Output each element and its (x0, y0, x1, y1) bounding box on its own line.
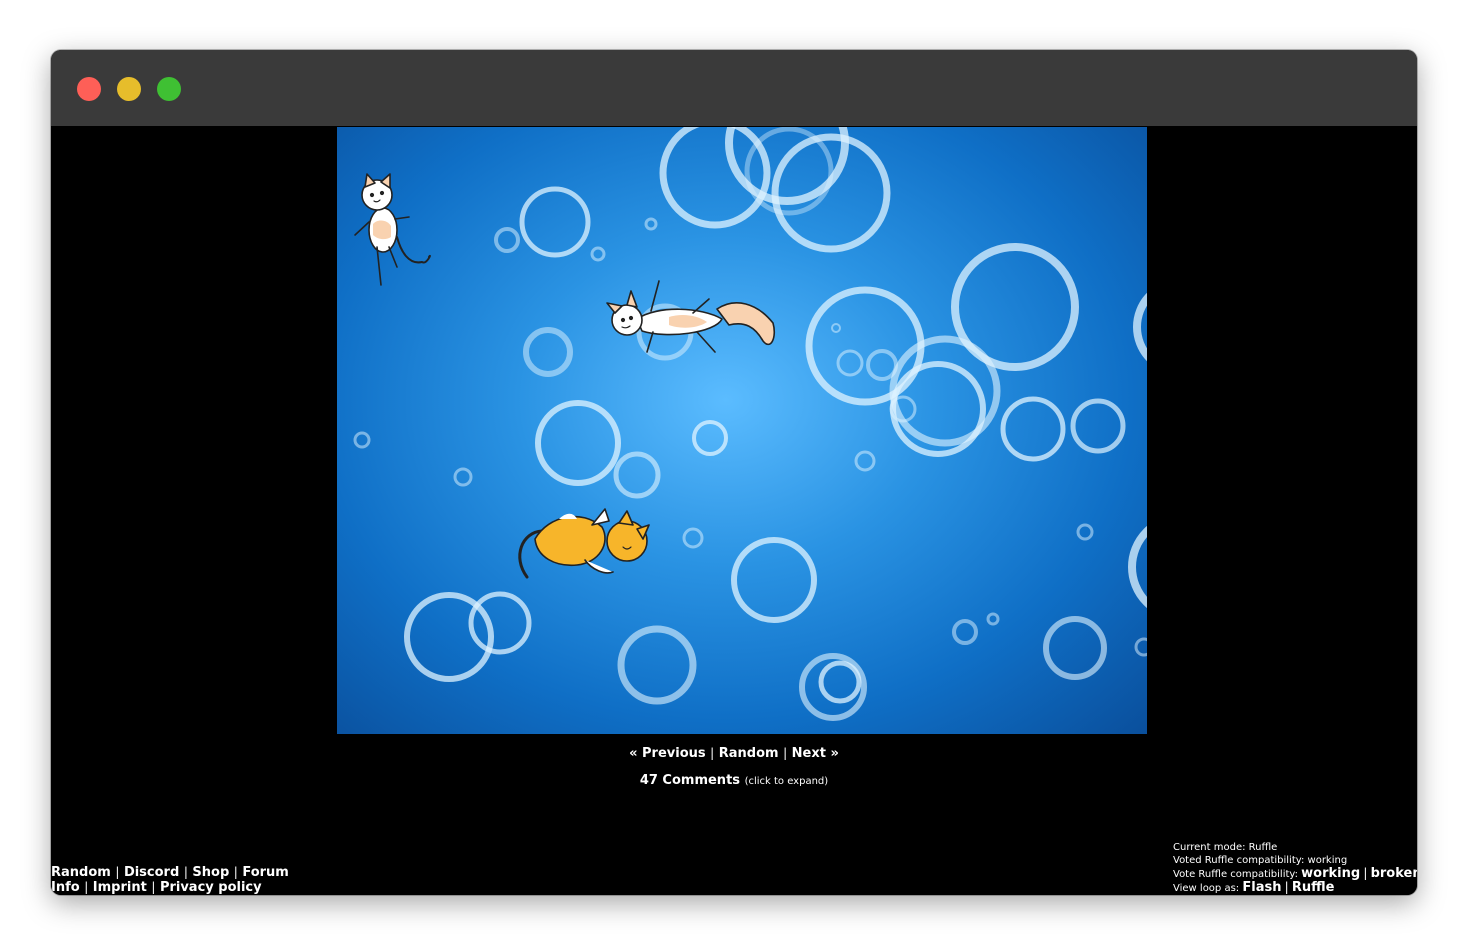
loop-navigation: « Previous | Random | Next » (51, 746, 1417, 761)
vote-compat-row: Vote Ruffle compatibility: working | bro… (1173, 867, 1417, 881)
nav-separator: | (710, 746, 715, 760)
nav-separator: | (783, 746, 788, 760)
comments-count[interactable]: 47 Comments (640, 773, 740, 788)
footer-row-1: Random | Discord | Shop | Forum (51, 865, 289, 880)
random-link[interactable]: Random (719, 746, 779, 761)
comments-hint: (click to expand) (744, 776, 829, 787)
footer-separator: | (233, 865, 238, 879)
footer-separator: | (84, 880, 89, 894)
status-separator: | (1363, 866, 1368, 880)
view-ruffle-link[interactable]: Ruffle (1292, 880, 1335, 895)
close-window-icon[interactable] (77, 77, 101, 101)
footer-separator: | (151, 880, 156, 894)
footer-separator: | (115, 865, 120, 879)
ruffle-status-panel: Current mode: Ruffle Voted Ruffle compat… (1173, 841, 1417, 895)
comments-toggle[interactable]: 47 Comments (click to expand) (51, 773, 1417, 788)
orange-cat-sprite (518, 508, 650, 579)
footer-info-link[interactable]: Info (51, 880, 80, 895)
title-bar (51, 50, 1417, 126)
maximize-window-icon[interactable] (157, 77, 181, 101)
flash-player[interactable] (337, 127, 1147, 734)
previous-link[interactable]: « Previous (629, 746, 706, 761)
vote-working-link[interactable]: working (1301, 866, 1360, 881)
footer-discord-link[interactable]: Discord (124, 865, 179, 880)
footer-privacy-link[interactable]: Privacy policy (160, 880, 262, 895)
browser-window: « Previous | Random | Next » 47 Comments… (51, 50, 1417, 895)
current-mode-value: Ruffle (1248, 842, 1278, 853)
minimize-window-icon[interactable] (117, 77, 141, 101)
vote-compat-label: Vote Ruffle compatibility: (1173, 869, 1298, 880)
view-loop-label: View loop as: (1173, 883, 1240, 894)
footer-links: Random | Discord | Shop | Forum Info | I… (51, 865, 289, 895)
cream-cat-sprite (354, 173, 431, 286)
view-loop-row: View loop as: Flash | Ruffle (1173, 881, 1417, 895)
current-mode-label: Current mode: (1173, 842, 1246, 853)
footer-forum-link[interactable]: Forum (242, 865, 289, 880)
animation-canvas (353, 127, 1147, 721)
footer-separator: | (183, 865, 188, 879)
vote-broken-link[interactable]: broken (1371, 866, 1417, 881)
voted-compat-value: working (1307, 855, 1348, 866)
footer-imprint-link[interactable]: Imprint (93, 880, 147, 895)
footer-shop-link[interactable]: Shop (192, 865, 229, 880)
footer-row-2: Info | Imprint | Privacy policy (51, 880, 289, 895)
page-content: « Previous | Random | Next » 47 Comments… (51, 126, 1417, 895)
current-mode-row: Current mode: Ruffle (1173, 841, 1417, 854)
footer-random-link[interactable]: Random (51, 865, 111, 880)
view-flash-link[interactable]: Flash (1242, 880, 1281, 895)
status-separator: | (1284, 880, 1289, 894)
bubbles (353, 127, 1147, 721)
next-link[interactable]: Next » (792, 746, 839, 761)
voted-compat-label: Voted Ruffle compatibility: (1173, 855, 1305, 866)
